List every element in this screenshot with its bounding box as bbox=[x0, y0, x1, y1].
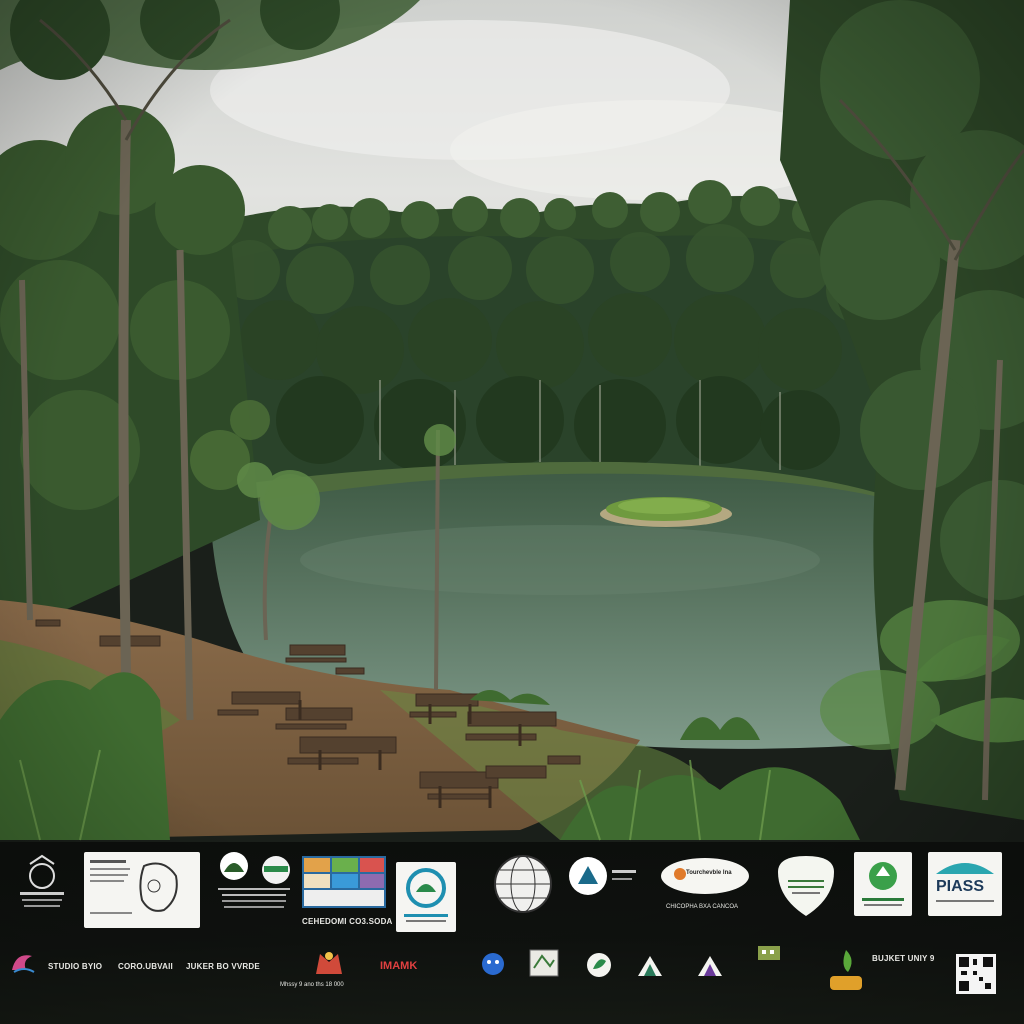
shield-logo-icon bbox=[774, 852, 838, 918]
coro-logo-text: CORO.UBVAII bbox=[118, 962, 173, 971]
leaf-logo-icon bbox=[586, 952, 612, 978]
studio-logo-text: STUDIO BYIO bbox=[48, 962, 103, 971]
juker-logo-text: JUKER BO VVRDE bbox=[186, 962, 260, 971]
map-logo-icon bbox=[528, 948, 560, 978]
qr-code-icon bbox=[956, 954, 996, 994]
crest-icon bbox=[312, 948, 346, 978]
recycle-logo-icon bbox=[854, 852, 912, 916]
imamk-logo-text: IMAMK bbox=[380, 960, 418, 972]
logo-caption: CHICOPHA BXA CANCOA bbox=[666, 904, 739, 910]
triangle-logo-icon bbox=[568, 856, 638, 896]
swirl-icon bbox=[8, 948, 38, 978]
emblem-icon bbox=[214, 850, 294, 920]
photo-collage-icon bbox=[302, 856, 386, 908]
sponsor-logo-strip: CEHEDOMI CO3.SODA Tourchevble Ina CHICOP… bbox=[0, 842, 1024, 1024]
document-icon bbox=[84, 852, 200, 928]
scene: CEHEDOMI CO3.SODA Tourchevble Ina CHICOP… bbox=[0, 0, 1024, 1024]
mountain-logo-icon bbox=[696, 952, 724, 978]
logo-caption: Mhssy 9 ano ths 18 000 bbox=[280, 982, 344, 988]
teal-logo-text: PIASS bbox=[936, 878, 985, 895]
circle-logo-icon bbox=[396, 862, 456, 932]
building-logo-icon bbox=[756, 942, 782, 962]
globe-icon bbox=[488, 854, 558, 924]
mountain-logo-icon bbox=[636, 952, 664, 978]
bujket-logo-text: BUJKET UNIY 9 bbox=[872, 954, 935, 963]
oval-logo-text: Tourchevble Ina bbox=[686, 870, 732, 876]
blue-mascot-icon bbox=[478, 950, 508, 980]
logo-caption: CEHEDOMI CO3.SODA bbox=[302, 917, 393, 926]
figure-logo-icon bbox=[826, 946, 866, 996]
badge-icon bbox=[12, 854, 72, 914]
